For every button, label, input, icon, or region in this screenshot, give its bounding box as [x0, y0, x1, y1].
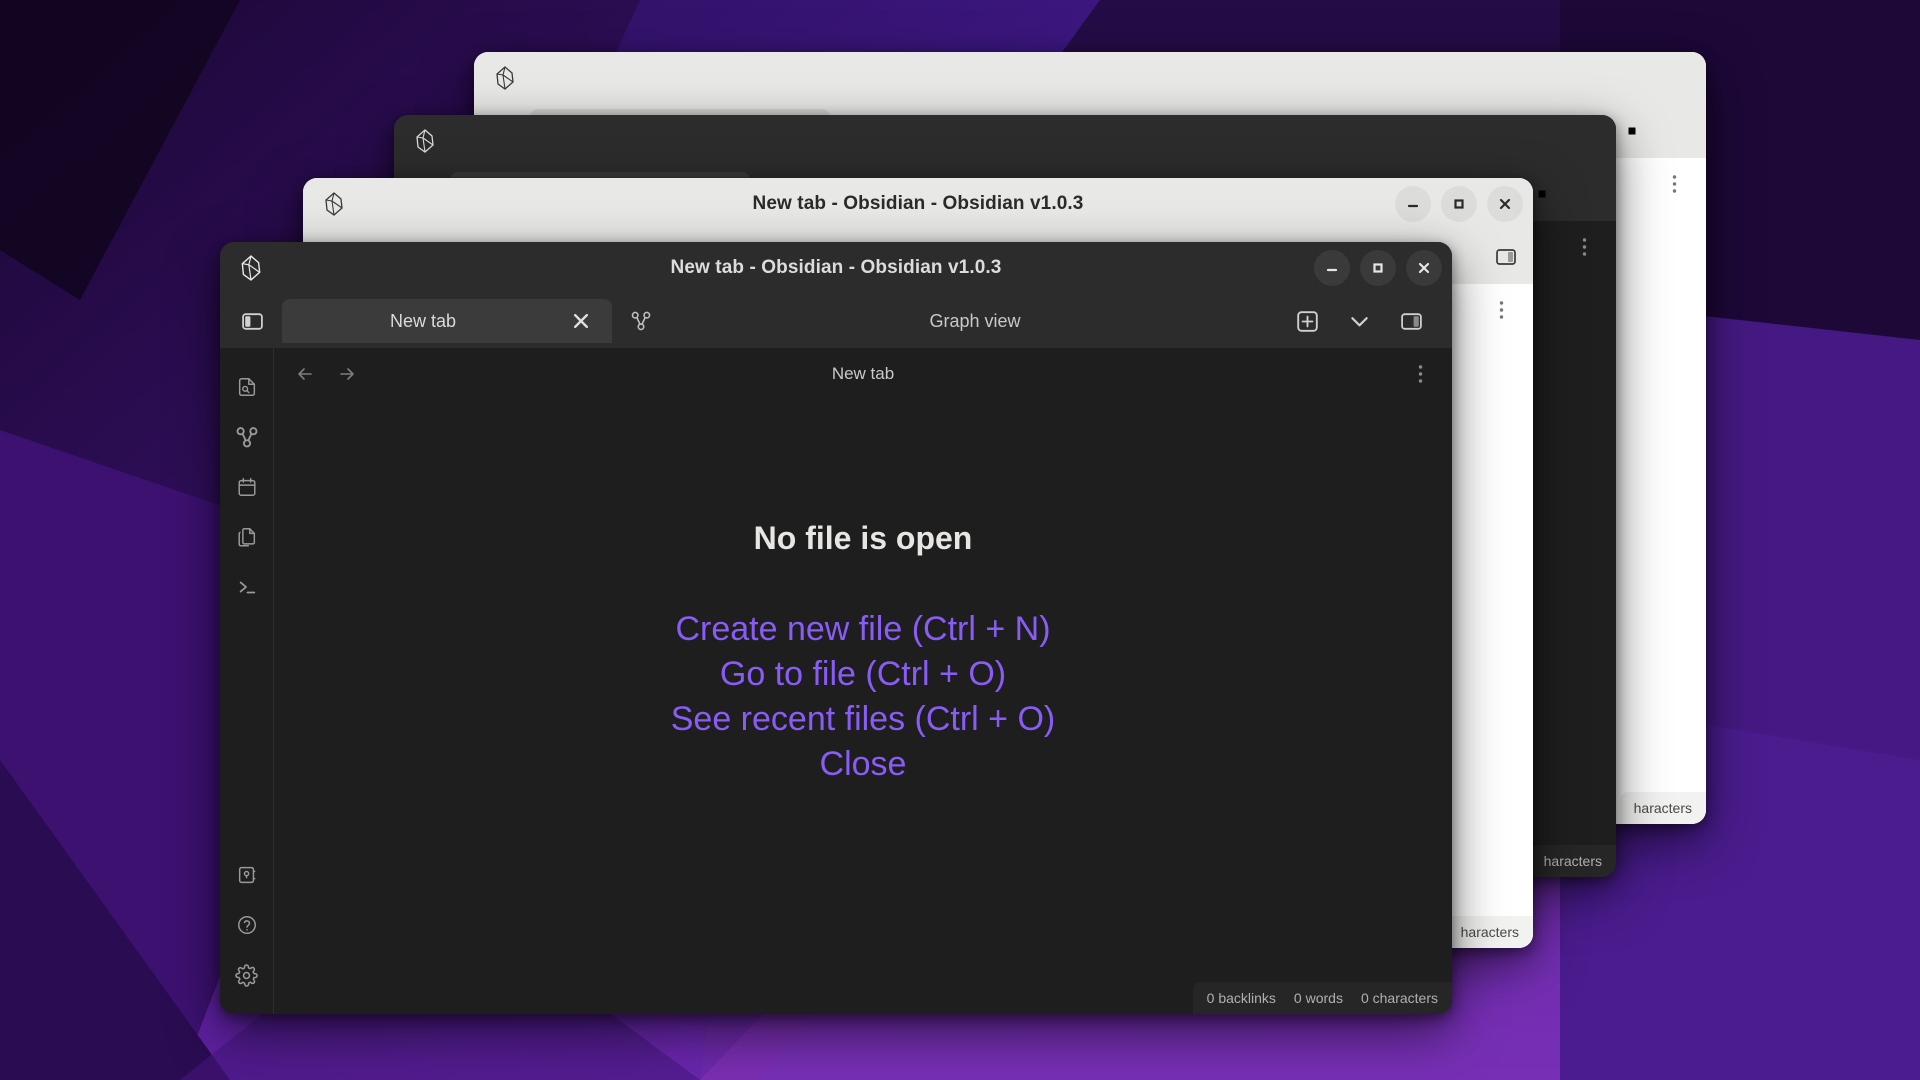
- close-action[interactable]: Close: [820, 742, 907, 787]
- status-characters: haracters: [1634, 800, 1692, 816]
- window-4-titlebar[interactable]: New tab - Obsidian - Obsidian v1.0.3: [220, 242, 1452, 294]
- chevron-down-icon[interactable]: [1342, 304, 1376, 338]
- maximize-icon[interactable]: [1614, 113, 1650, 149]
- go-to-file-action[interactable]: Go to file (Ctrl + O): [720, 652, 1006, 697]
- plus-square-icon[interactable]: [1290, 304, 1324, 338]
- tab-label: New tab: [300, 311, 546, 332]
- window-3-titlebar[interactable]: New tab - Obsidian - Obsidian v1.0.3: [303, 178, 1533, 230]
- create-new-file-action[interactable]: Create new file (Ctrl + N): [675, 607, 1050, 652]
- calendar-icon[interactable]: [225, 462, 269, 512]
- more-vertical-icon[interactable]: [1570, 233, 1598, 261]
- pane-title: New tab: [274, 364, 1452, 384]
- right-sidebar-toggle-icon[interactable]: [1489, 240, 1523, 274]
- minimize-icon[interactable]: [1395, 186, 1431, 222]
- terminal-icon[interactable]: [225, 562, 269, 612]
- file-search-icon[interactable]: [225, 362, 269, 412]
- obsidian-logo-icon: [321, 191, 347, 217]
- window-3-title: New tab - Obsidian - Obsidian v1.0.3: [303, 193, 1533, 215]
- main-pane: New tab No file is open Create new file …: [274, 348, 1452, 1014]
- window-2-statusbar: haracters: [1530, 845, 1616, 877]
- arrow-left-icon[interactable]: [292, 361, 318, 387]
- right-sidebar-toggle-icon[interactable]: [1394, 304, 1428, 338]
- copy-files-icon[interactable]: [225, 512, 269, 562]
- close-icon[interactable]: [568, 308, 594, 334]
- window-4-title: New tab - Obsidian - Obsidian v1.0.3: [220, 257, 1452, 279]
- status-characters: haracters: [1461, 924, 1519, 940]
- see-recent-files-action[interactable]: See recent files (Ctrl + O): [671, 697, 1056, 742]
- vault-icon[interactable]: [225, 850, 269, 900]
- more-vertical-icon[interactable]: [1406, 360, 1434, 388]
- nav-arrows[interactable]: [292, 361, 360, 387]
- status-characters: haracters: [1544, 853, 1602, 869]
- more-vertical-icon[interactable]: [1487, 296, 1515, 324]
- window-1-titlebar[interactable]: [474, 52, 1706, 104]
- tab-new-tab[interactable]: New tab: [282, 299, 612, 343]
- obsidian-logo-icon: [412, 128, 438, 154]
- window-4-tab-actions[interactable]: [1290, 304, 1442, 338]
- status-words: 0 words: [1294, 990, 1343, 1006]
- minimize-icon[interactable]: [1314, 250, 1350, 286]
- help-icon[interactable]: [225, 900, 269, 950]
- left-sidebar-toggle-icon[interactable]: [232, 301, 272, 341]
- window-3-statusbar: haracters: [1447, 916, 1533, 948]
- graph-icon[interactable]: [622, 302, 660, 340]
- close-icon[interactable]: [1660, 113, 1696, 149]
- close-icon[interactable]: [1406, 250, 1442, 286]
- pane-navbar: New tab: [274, 348, 1452, 400]
- empty-state-title: No file is open: [754, 520, 973, 557]
- window-4-controls[interactable]: [1314, 250, 1442, 286]
- window-2-titlebar[interactable]: [394, 115, 1616, 167]
- status-backlinks: 0 backlinks: [1207, 990, 1276, 1006]
- graph-icon[interactable]: [225, 412, 269, 462]
- obsidian-logo-icon: [238, 255, 264, 281]
- obsidian-window-4-active[interactable]: New tab - Obsidian - Obsidian v1.0.3 New…: [220, 242, 1452, 1014]
- more-vertical-icon[interactable]: [1660, 170, 1688, 198]
- graph-view-label[interactable]: Graph view: [660, 311, 1290, 332]
- statusbar: 0 backlinks 0 words 0 characters: [1193, 982, 1452, 1014]
- maximize-icon[interactable]: [1441, 186, 1477, 222]
- window-4-body: New tab No file is open Create new file …: [220, 348, 1452, 1014]
- close-icon[interactable]: [1570, 176, 1606, 212]
- close-icon[interactable]: [1487, 186, 1523, 222]
- status-characters: 0 characters: [1361, 990, 1438, 1006]
- maximize-icon[interactable]: [1360, 250, 1396, 286]
- obsidian-logo-icon: [492, 65, 518, 91]
- window-1-statusbar: haracters: [1620, 792, 1706, 824]
- window-3-tab-actions[interactable]: [1489, 240, 1523, 274]
- window-3-controls[interactable]: [1395, 186, 1523, 222]
- window-4-tabbar[interactable]: New tab Graph view: [220, 294, 1452, 348]
- empty-state: No file is open Create new file (Ctrl + …: [274, 400, 1452, 1014]
- left-ribbon[interactable]: [220, 348, 274, 1014]
- settings-icon[interactable]: [225, 950, 269, 1000]
- arrow-right-icon[interactable]: [334, 361, 360, 387]
